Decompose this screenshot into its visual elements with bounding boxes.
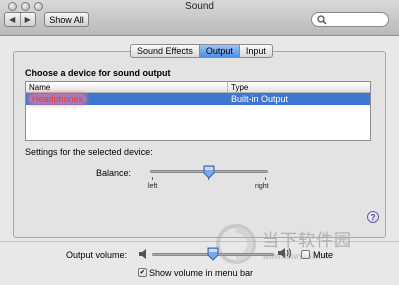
speaker-high-icon (278, 248, 292, 258)
close-window-button[interactable] (8, 2, 17, 11)
balance-right-label: right (255, 183, 269, 190)
output-device-table[interactable]: Name Type Headphones Built-in Output (25, 81, 371, 141)
volume-slider-knob[interactable] (207, 247, 219, 261)
tab-output[interactable]: Output (198, 45, 239, 57)
device-type-cell: Built-in Output (231, 94, 289, 104)
device-name: Headphones (29, 94, 87, 104)
table-row[interactable]: Headphones Built-in Output (26, 93, 370, 105)
mute-label[interactable]: Mute (313, 250, 333, 260)
back-button[interactable]: ◀ (5, 13, 20, 26)
magnifier-icon (317, 15, 327, 25)
show-volume-checkbox[interactable]: ✔ (138, 268, 147, 277)
output-volume-label: Output volume: (66, 250, 128, 260)
forward-button[interactable]: ▶ (19, 13, 36, 26)
tab-sound-effects[interactable]: Sound Effects (131, 45, 199, 57)
table-header: Name Type (26, 82, 370, 93)
balance-slider-knob[interactable] (203, 165, 215, 179)
choose-device-heading: Choose a device for sound output (25, 68, 171, 78)
tab-input[interactable]: Input (238, 45, 272, 57)
column-header-type[interactable]: Type (228, 82, 370, 92)
column-header-name[interactable]: Name (26, 82, 228, 92)
mute-checkbox[interactable] (301, 250, 310, 259)
window-toolbar: Sound ◀ ▶ Show All (0, 0, 399, 36)
device-settings-heading: Settings for the selected device: (25, 147, 153, 157)
output-tab-panel (13, 51, 386, 238)
help-button[interactable]: ? (367, 211, 379, 223)
watermark-text: 当下软件园 (262, 231, 352, 250)
balance-tick-right (265, 177, 266, 180)
minimize-window-button[interactable] (21, 2, 30, 11)
balance-label: Balance: (96, 168, 132, 178)
speaker-low-icon (139, 249, 146, 259)
watermark-logo-icon (216, 224, 256, 264)
window-title: Sound (185, 1, 214, 12)
balance-tick-left (152, 177, 153, 180)
zoom-window-button[interactable] (34, 2, 43, 11)
show-all-button[interactable]: Show All (44, 12, 89, 27)
search-input[interactable] (311, 12, 389, 27)
show-volume-label[interactable]: Show volume in menu bar (149, 268, 253, 278)
tab-bar: Sound Effects Output Input (130, 44, 273, 58)
balance-left-label: left (148, 183, 158, 190)
navigation-buttons: ◀ ▶ (4, 12, 36, 27)
device-name-cell: Headphones (26, 93, 228, 105)
